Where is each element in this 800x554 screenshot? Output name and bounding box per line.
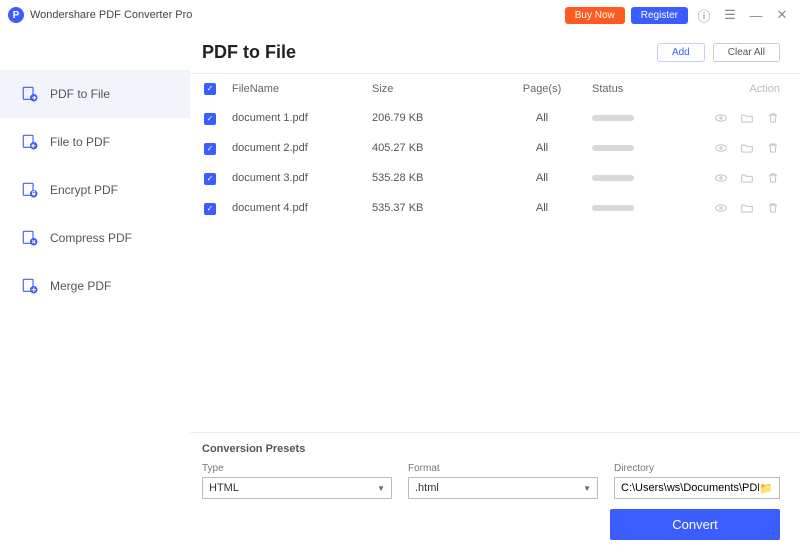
col-status: Status (592, 83, 682, 95)
row-pages: All (492, 172, 592, 184)
register-button[interactable]: Register (631, 7, 688, 24)
directory-input[interactable]: 📁 (614, 477, 780, 499)
format-value: .html (415, 482, 439, 494)
row-pages: All (492, 202, 592, 214)
table-row[interactable]: ✓ document 3.pdf535.28 KBAll (190, 163, 800, 193)
add-button[interactable]: Add (657, 43, 705, 62)
app-logo: P Wondershare PDF Converter Pro (8, 7, 192, 23)
row-size: 206.79 KB (372, 112, 492, 124)
folder-icon[interactable] (740, 171, 754, 185)
delete-icon[interactable] (766, 201, 780, 215)
folder-icon[interactable]: 📁 (759, 482, 773, 495)
row-filename: document 1.pdf (232, 112, 372, 124)
row-checkbox[interactable]: ✓ (204, 203, 216, 215)
row-pages: All (492, 142, 592, 154)
row-size: 405.27 KB (372, 142, 492, 154)
directory-field[interactable] (621, 482, 759, 494)
sidebar-item-label: Encrypt PDF (50, 183, 118, 197)
menu-icon[interactable]: ☰ (720, 7, 740, 23)
format-select[interactable]: .html ▼ (408, 477, 598, 499)
main-panel: PDF to File Add Clear All ✓ FileName Siz… (190, 30, 800, 554)
table-row[interactable]: ✓ document 1.pdf206.79 KBAll (190, 103, 800, 133)
table-header: ✓ FileName Size Page(s) Status Action (190, 74, 800, 103)
status-bar (592, 205, 634, 211)
close-icon[interactable]: ✕ (772, 7, 792, 23)
file-table: ✓ FileName Size Page(s) Status Action ✓ d… (190, 73, 800, 432)
status-bar (592, 115, 634, 121)
folder-icon[interactable] (740, 111, 754, 125)
sidebar-item-label: File to PDF (50, 135, 110, 149)
sidebar-item-label: Merge PDF (50, 279, 111, 293)
sidebar-item-merge-pdf[interactable]: Merge PDF (0, 262, 190, 310)
help-icon[interactable]: ⓘ (694, 6, 714, 25)
type-label: Type (202, 463, 392, 474)
delete-icon[interactable] (766, 141, 780, 155)
sidebar-item-label: PDF to File (50, 87, 110, 101)
row-filename: document 4.pdf (232, 202, 372, 214)
col-action: Action (749, 83, 780, 95)
chevron-down-icon: ▼ (583, 484, 591, 493)
preview-icon[interactable] (714, 111, 728, 125)
logo-icon: P (8, 7, 24, 23)
delete-icon[interactable] (766, 111, 780, 125)
sidebar-item-encrypt-pdf[interactable]: Encrypt PDF (0, 166, 190, 214)
buy-now-button[interactable]: Buy Now (565, 7, 625, 24)
compress-pdf-icon (20, 228, 40, 248)
clear-all-button[interactable]: Clear All (713, 43, 780, 62)
titlebar: P Wondershare PDF Converter Pro Buy Now … (0, 0, 800, 30)
merge-pdf-icon (20, 276, 40, 296)
type-value: HTML (209, 482, 239, 494)
app-title: Wondershare PDF Converter Pro (30, 9, 192, 21)
presets-title: Conversion Presets (202, 443, 780, 455)
row-pages: All (492, 112, 592, 124)
preview-icon[interactable] (714, 171, 728, 185)
folder-icon[interactable] (740, 141, 754, 155)
row-filename: document 2.pdf (232, 142, 372, 154)
sidebar-item-compress-pdf[interactable]: Compress PDF (0, 214, 190, 262)
row-size: 535.37 KB (372, 202, 492, 214)
table-row[interactable]: ✓ document 2.pdf405.27 KBAll (190, 133, 800, 163)
sidebar-item-label: Compress PDF (50, 231, 132, 245)
col-pages: Page(s) (492, 83, 592, 95)
row-checkbox[interactable]: ✓ (204, 173, 216, 185)
sidebar: PDF to File File to PDF Encrypt PDF Comp… (0, 30, 190, 554)
conversion-presets: Conversion Presets Type HTML ▼ Format .h… (190, 432, 800, 554)
row-filename: document 3.pdf (232, 172, 372, 184)
directory-label: Directory (614, 463, 780, 474)
preview-icon[interactable] (714, 141, 728, 155)
row-size: 535.28 KB (372, 172, 492, 184)
chevron-down-icon: ▼ (377, 484, 385, 493)
delete-icon[interactable] (766, 171, 780, 185)
encrypt-pdf-icon (20, 180, 40, 200)
col-size: Size (372, 83, 492, 95)
pdf-to-file-icon (20, 84, 40, 104)
file-to-pdf-icon (20, 132, 40, 152)
convert-button[interactable]: Convert (610, 509, 780, 540)
type-select[interactable]: HTML ▼ (202, 477, 392, 499)
folder-icon[interactable] (740, 201, 754, 215)
preview-icon[interactable] (714, 201, 728, 215)
status-bar (592, 175, 634, 181)
row-checkbox[interactable]: ✓ (204, 113, 216, 125)
row-checkbox[interactable]: ✓ (204, 143, 216, 155)
col-filename: FileName (232, 83, 372, 95)
minimize-icon[interactable]: — (746, 8, 766, 23)
select-all-checkbox[interactable]: ✓ (204, 83, 216, 95)
sidebar-item-file-to-pdf[interactable]: File to PDF (0, 118, 190, 166)
table-row[interactable]: ✓ document 4.pdf535.37 KBAll (190, 193, 800, 223)
sidebar-item-pdf-to-file[interactable]: PDF to File (0, 70, 190, 118)
status-bar (592, 145, 634, 151)
format-label: Format (408, 463, 598, 474)
page-title: PDF to File (202, 42, 296, 63)
